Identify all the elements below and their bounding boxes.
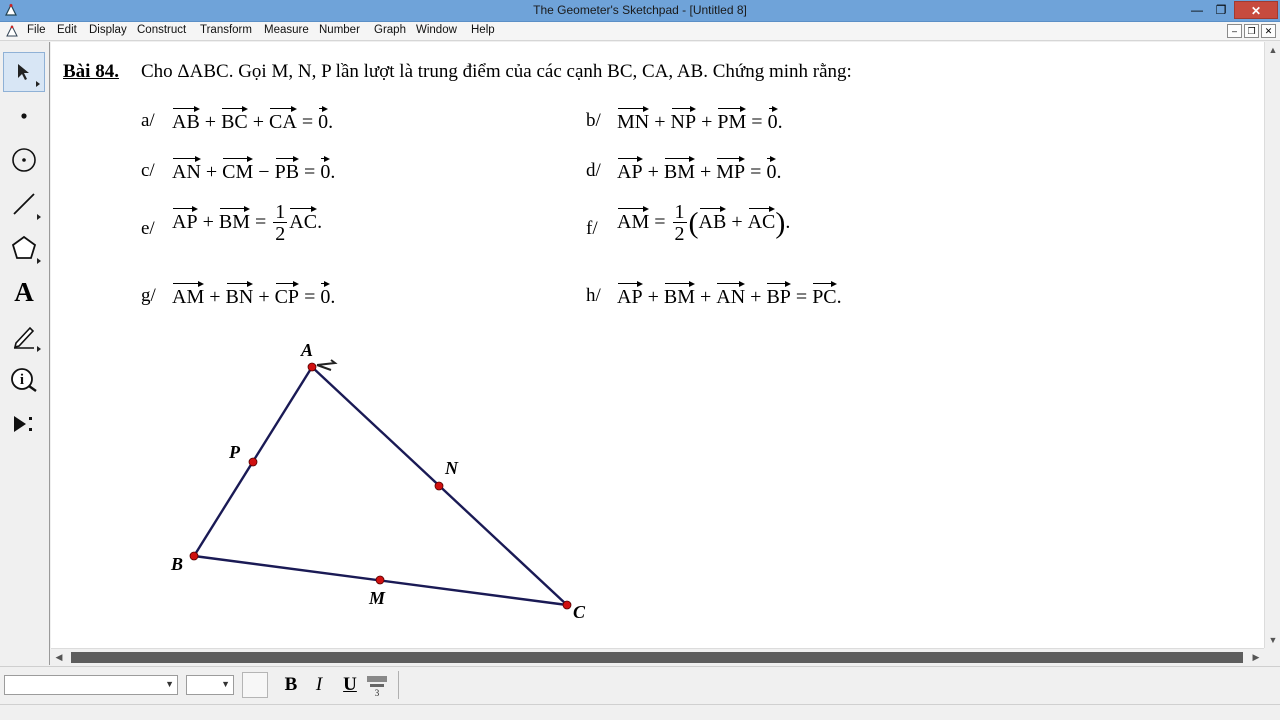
svg-text:i: i bbox=[20, 372, 24, 388]
chevron-down-icon: ▼ bbox=[165, 679, 174, 689]
point-tool[interactable] bbox=[3, 96, 45, 136]
horizontal-scrollbar[interactable]: ◀ ▶ bbox=[51, 648, 1264, 665]
text-color-button[interactable] bbox=[242, 672, 268, 698]
compass-tool-icon bbox=[12, 148, 36, 172]
menu-help[interactable]: Help bbox=[471, 24, 495, 36]
menu-bar: File Edit Display Construct Transform Me… bbox=[0, 22, 1280, 41]
custom-tool-icon bbox=[14, 416, 32, 432]
restore-button[interactable]: ❐ bbox=[1209, 1, 1233, 19]
menu-edit[interactable]: Edit bbox=[57, 24, 77, 36]
document-minimize-button[interactable]: – bbox=[1227, 24, 1242, 38]
arrow-tool[interactable] bbox=[3, 52, 45, 92]
point-label-P[interactable]: P bbox=[228, 442, 241, 462]
point-label-N[interactable]: N bbox=[444, 458, 459, 478]
text-tool-icon: A bbox=[14, 276, 34, 307]
marker-tool[interactable] bbox=[3, 316, 45, 356]
text-toolbar: ▼ ▼ B I U 3 bbox=[0, 666, 1280, 704]
point-label-A[interactable]: A bbox=[300, 340, 313, 360]
menu-window[interactable]: Window bbox=[416, 24, 457, 36]
polygon-tool[interactable] bbox=[3, 228, 45, 268]
chevron-down-icon: ▼ bbox=[221, 679, 230, 689]
font-family-select[interactable]: ▼ bbox=[4, 675, 178, 695]
point-label-C[interactable]: C bbox=[573, 602, 586, 622]
arrow-tool-icon bbox=[18, 64, 29, 80]
mouse-pointer-icon bbox=[316, 359, 338, 371]
triangle-figure: A B C M N P bbox=[170, 340, 586, 622]
point-tool-icon bbox=[21, 113, 27, 119]
information-tool[interactable]: i bbox=[3, 360, 45, 400]
toolbox: A i bbox=[0, 42, 50, 665]
scrollbar-corner bbox=[1264, 648, 1280, 665]
svg-text:3: 3 bbox=[375, 688, 380, 697]
document-restore-button[interactable]: ❐ bbox=[1244, 24, 1259, 38]
underline-button[interactable]: U bbox=[338, 672, 362, 698]
menu-transform[interactable]: Transform bbox=[200, 24, 252, 36]
point-label-M[interactable]: M bbox=[368, 588, 386, 608]
compass-tool[interactable] bbox=[3, 140, 45, 180]
text-tool[interactable]: A bbox=[3, 272, 45, 312]
document-icon[interactable] bbox=[6, 25, 18, 37]
point-B[interactable] bbox=[189, 551, 199, 561]
point-label-B[interactable]: B bbox=[170, 554, 183, 574]
straightedge-tool[interactable] bbox=[3, 184, 45, 224]
scroll-left-icon[interactable]: ◀ bbox=[51, 649, 67, 666]
menu-construct[interactable]: Construct bbox=[137, 24, 186, 36]
point-M[interactable] bbox=[375, 575, 385, 585]
polygon-tool-icon bbox=[11, 235, 37, 259]
marker-tool-icon bbox=[13, 326, 35, 349]
straightedge-tool-icon bbox=[13, 193, 35, 215]
menu-graph[interactable]: Graph bbox=[374, 24, 406, 36]
math-format-icon[interactable]: 3 bbox=[364, 673, 390, 697]
title-bar: The Geometer's Sketchpad - [Untitled 8] … bbox=[0, 0, 1280, 22]
point-C[interactable] bbox=[562, 600, 572, 610]
document-close-button[interactable]: ✕ bbox=[1261, 24, 1276, 38]
font-size-select[interactable]: ▼ bbox=[186, 675, 234, 695]
menu-number[interactable]: Number bbox=[319, 24, 360, 36]
close-button[interactable]: ✕ bbox=[1234, 1, 1278, 19]
toolbar-divider bbox=[398, 671, 399, 699]
horizontal-scroll-thumb[interactable] bbox=[71, 652, 1243, 663]
point-P[interactable] bbox=[248, 457, 258, 467]
vertical-scrollbar[interactable]: ▲ ▼ bbox=[1264, 42, 1280, 648]
bold-button[interactable]: B bbox=[279, 672, 303, 698]
scroll-right-icon[interactable]: ▶ bbox=[1248, 649, 1264, 666]
information-tool-icon: i bbox=[11, 368, 37, 392]
italic-button[interactable]: I bbox=[307, 672, 331, 698]
point-A[interactable] bbox=[307, 362, 317, 372]
menu-display[interactable]: Display bbox=[89, 24, 127, 36]
status-bar bbox=[0, 704, 1280, 720]
custom-tool[interactable] bbox=[3, 404, 45, 444]
window-title: The Geometer's Sketchpad - [Untitled 8] bbox=[533, 3, 747, 17]
menu-measure[interactable]: Measure bbox=[264, 24, 309, 36]
scroll-up-icon[interactable]: ▲ bbox=[1265, 42, 1280, 58]
sketch-canvas[interactable]: Bài 84. Cho ΔABC. Gọi M, N, P lần lượt l… bbox=[51, 42, 1264, 648]
minimize-button[interactable]: — bbox=[1185, 1, 1209, 19]
menu-file[interactable]: File bbox=[27, 24, 46, 36]
scroll-down-icon[interactable]: ▼ bbox=[1265, 632, 1280, 648]
point-N[interactable] bbox=[434, 481, 444, 491]
